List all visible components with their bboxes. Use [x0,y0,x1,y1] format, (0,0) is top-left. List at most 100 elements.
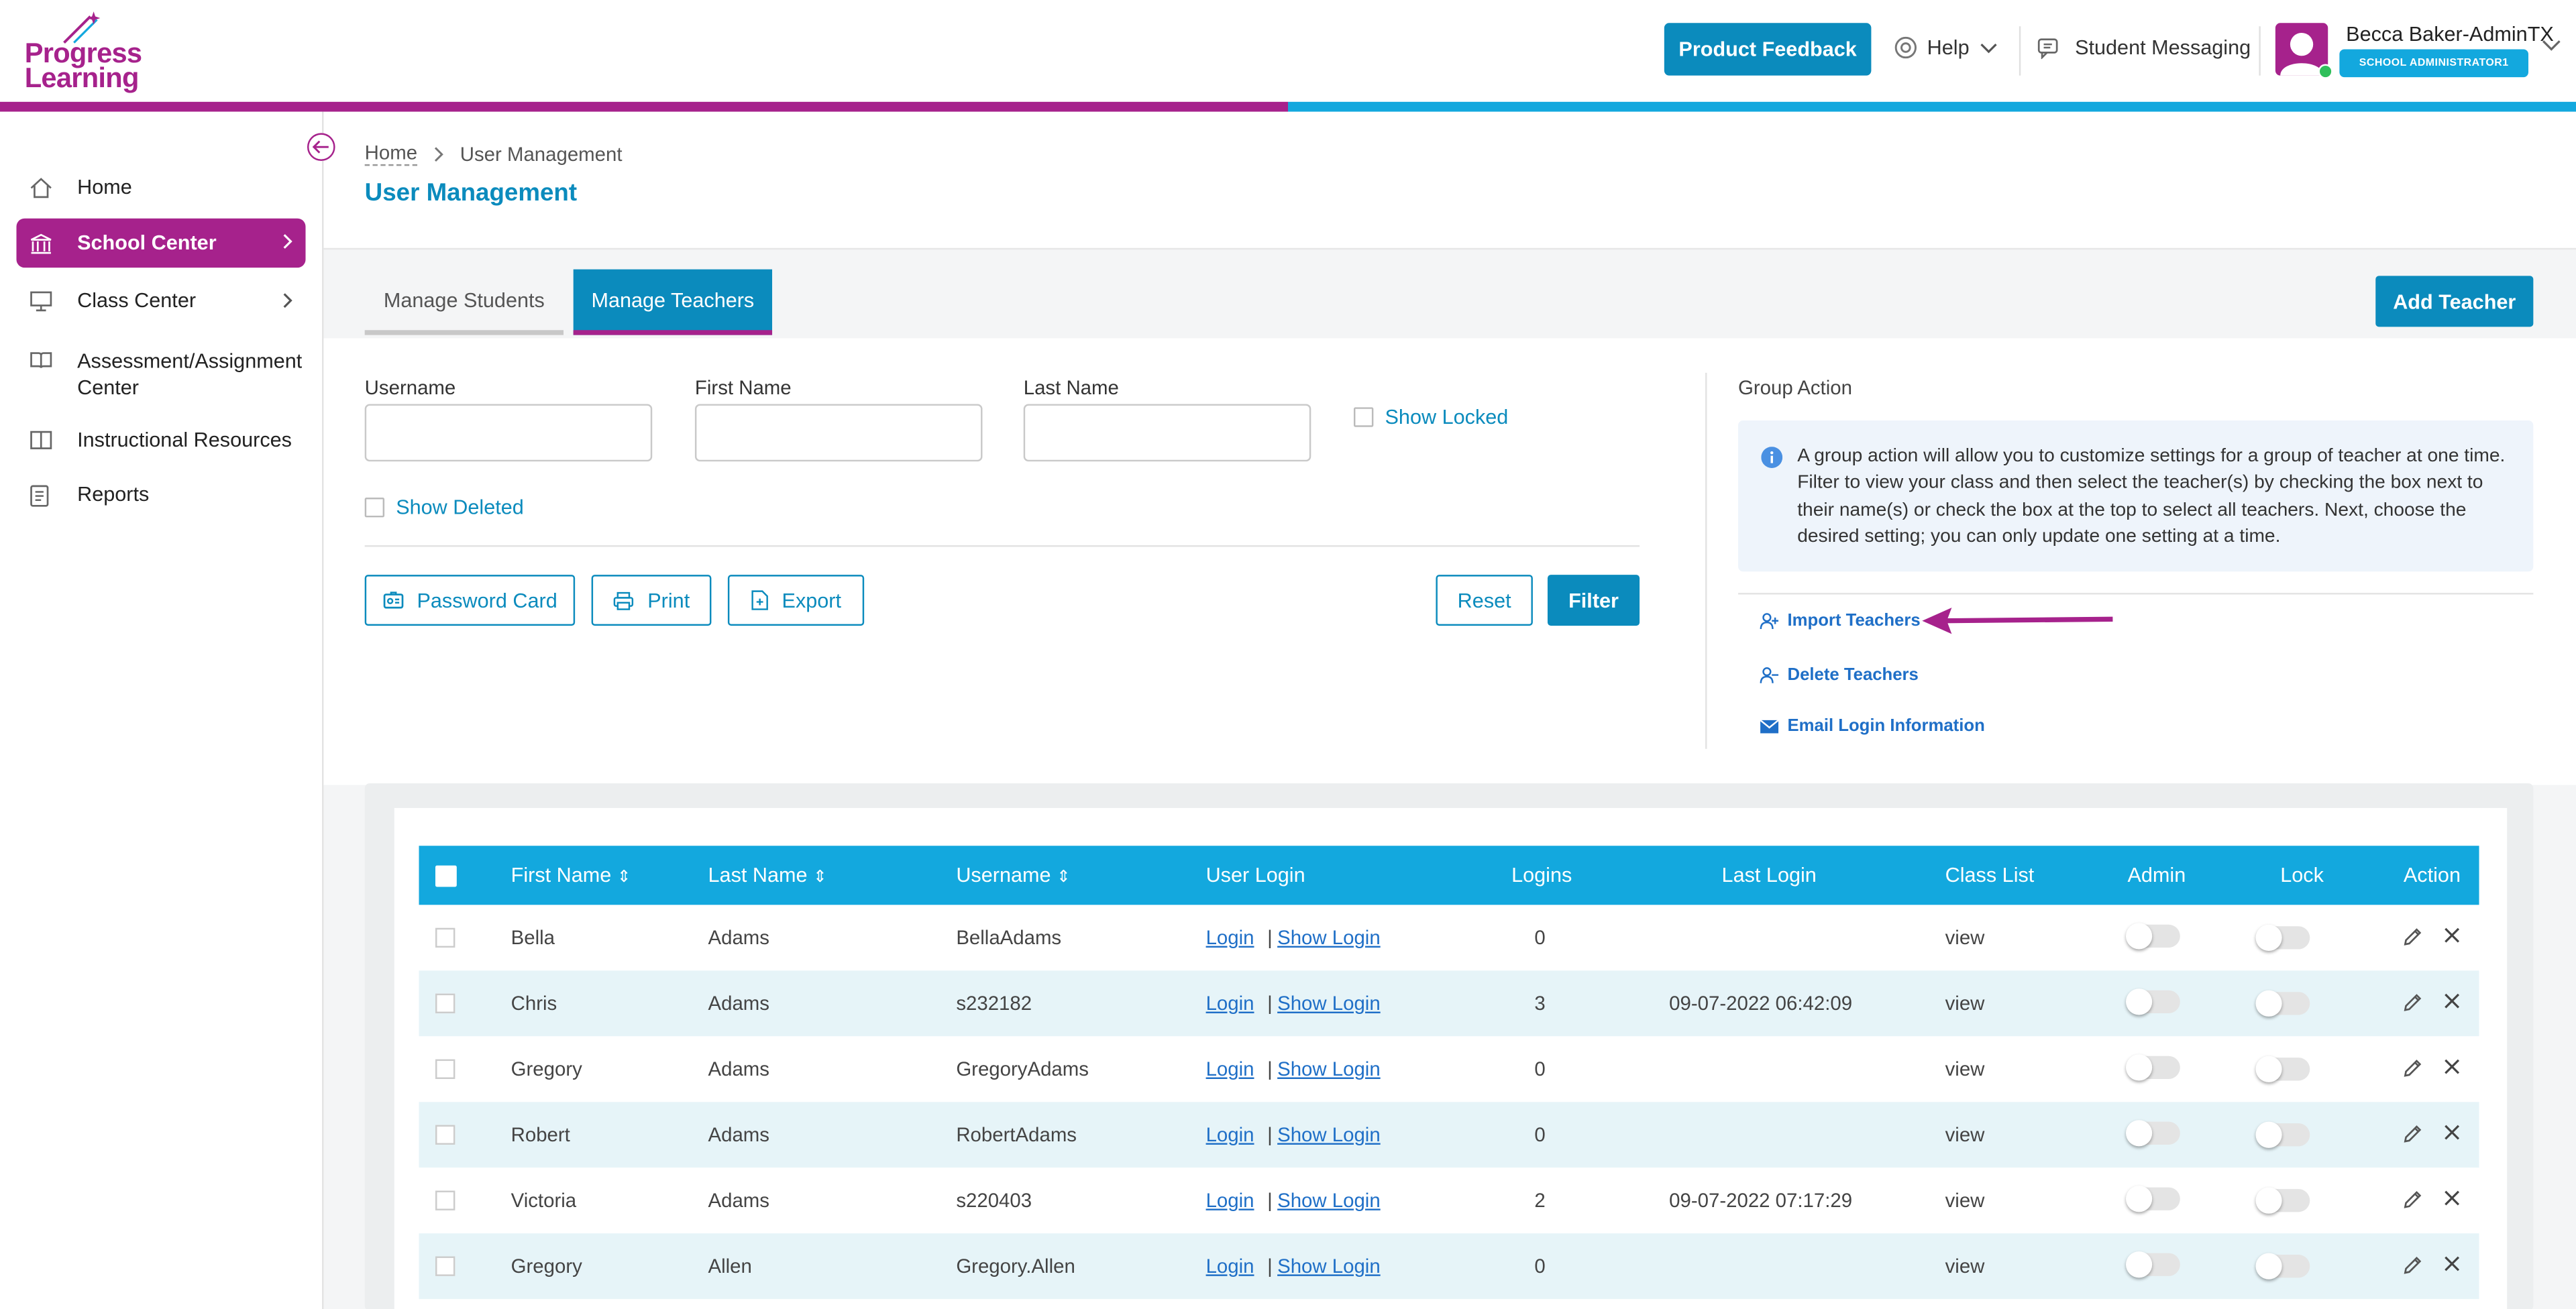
show-login-link[interactable]: Show Login [1277,1189,1381,1212]
add-teacher-button[interactable]: Add Teacher [2375,276,2534,327]
help-menu[interactable]: Help [1894,36,1998,59]
product-feedback-button[interactable]: Product Feedback [1664,23,1872,76]
show-login-link[interactable]: Show Login [1277,926,1381,949]
delete-x-icon[interactable] [2443,1255,2461,1273]
sidebar-item-instructional-resources[interactable]: Instructional Resources [16,429,305,451]
edit-pencil-icon[interactable] [2402,926,2423,948]
row-checkbox[interactable] [435,1190,455,1210]
group-action-divider [1738,593,2534,595]
edit-pencil-icon[interactable] [2402,1058,2423,1079]
password-card-label: Password Card [417,588,557,612]
edit-pencil-icon[interactable] [2402,1189,2423,1210]
email-login-label: Email Login Information [1787,716,1985,736]
first-name-label: First Name [694,376,792,400]
login-link[interactable]: Login [1206,1189,1254,1212]
user-name[interactable]: Becca Baker-AdminTX [2346,23,2554,46]
breadcrumb-home-link[interactable]: Home [364,141,418,166]
cell-class-list-view-link[interactable]: view [1945,1189,1985,1212]
email-login-information-link[interactable]: Email Login Information [1760,716,1985,736]
row-checkbox[interactable] [435,993,455,1014]
admin-toggle[interactable] [2126,1054,2180,1081]
print-button[interactable]: Print [591,575,712,626]
show-locked-label[interactable]: Show Locked [1385,406,1509,429]
delete-x-icon[interactable] [2443,1123,2461,1141]
collapse-sidebar-button[interactable] [307,133,335,162]
student-messaging-link[interactable]: Student Messaging [2037,36,2251,59]
filter-button[interactable]: Filter [1547,575,1640,626]
row-checkbox[interactable] [435,927,455,948]
sidebar-item-home[interactable]: Home [16,176,305,198]
sidebar-item-label-line2: Center [77,376,140,400]
login-link[interactable]: Login [1206,1058,1254,1080]
login-link[interactable]: Login [1206,1255,1254,1277]
table-header: First Name ⇕ Last Name ⇕ Username ⇕ User… [419,846,2479,905]
cell-class-list-view-link[interactable]: view [1945,1058,1985,1080]
cell-last-name: Adams [708,1189,770,1212]
delete-teachers-link[interactable]: Delete Teachers [1760,665,1919,685]
password-card-button[interactable]: Password Card [364,575,576,626]
edit-pencil-icon[interactable] [2402,1255,2423,1276]
user-menu-chevron-icon[interactable] [2542,40,2561,53]
tab-manage-students[interactable]: Manage Students [364,270,564,335]
select-all-checkbox[interactable] [435,865,457,887]
export-button[interactable]: Export [727,575,865,626]
show-login-link[interactable]: Show Login [1277,1255,1381,1277]
cell-class-list-view-link[interactable]: view [1945,926,1985,949]
show-login-link[interactable]: Show Login [1277,992,1381,1015]
edit-pencil-icon[interactable] [2402,1123,2423,1145]
delete-x-icon[interactable] [2443,1189,2461,1207]
show-login-link[interactable]: Show Login [1277,1058,1381,1080]
login-link[interactable]: Login [1206,992,1254,1015]
book-icon [30,350,56,369]
row-checkbox[interactable] [435,1125,455,1145]
show-deleted-label[interactable]: Show Deleted [396,496,524,519]
username-input[interactable] [364,404,653,462]
delete-x-icon[interactable] [2443,1058,2461,1076]
sidebar-item-reports[interactable]: Reports [16,483,305,508]
lock-toggle[interactable] [2255,924,2310,951]
login-link[interactable]: Login [1206,1123,1254,1146]
admin-toggle[interactable] [2126,923,2180,950]
column-first-name[interactable]: First Name ⇕ [511,864,631,887]
column-username[interactable]: Username ⇕ [956,864,1070,887]
cell-class-list-view-link[interactable]: view [1945,992,1985,1015]
admin-toggle[interactable] [2126,1120,2180,1147]
cell-last-name: Adams [708,1058,770,1081]
column-last-name[interactable]: Last Name ⇕ [708,864,827,887]
lock-toggle[interactable] [2255,1056,2310,1082]
lock-toggle[interactable] [2255,990,2310,1017]
login-link[interactable]: Login [1206,926,1254,949]
lock-toggle[interactable] [2255,1121,2310,1148]
row-checkbox[interactable] [435,1256,455,1276]
lock-toggle[interactable] [2255,1253,2310,1279]
delete-x-icon[interactable] [2443,992,2461,1010]
cell-username: BellaAdams [956,926,1062,950]
cell-user-login: Login | Show Login [1206,1123,1381,1146]
lock-toggle[interactable] [2255,1187,2310,1214]
last-name-label: Last Name [1023,376,1119,400]
admin-toggle[interactable] [2126,1251,2180,1278]
reset-button[interactable]: Reset [1436,575,1533,626]
cell-class-list-view-link[interactable]: view [1945,1255,1985,1277]
admin-toggle[interactable] [2126,1186,2180,1212]
show-deleted-checkbox[interactable] [364,498,385,518]
sidebar-item-school-center[interactable]: School Center [16,218,306,268]
delete-x-icon[interactable] [2443,926,2461,944]
sidebar-item-assessment-center[interactable]: Assessment/Assignment Center [16,348,305,400]
sidebar-item-class-center[interactable]: Class Center [16,289,305,312]
cell-user-login: Login | Show Login [1206,1058,1381,1080]
progress-learning-logo[interactable]: Progress Learning [25,11,156,93]
cell-last-name: Adams [708,992,770,1015]
tab-manage-teachers[interactable]: Manage Teachers [573,269,773,335]
edit-pencil-icon[interactable] [2402,992,2423,1013]
import-teachers-link[interactable]: Import Teachers [1760,611,1921,630]
show-login-link[interactable]: Show Login [1277,1123,1381,1146]
row-checkbox[interactable] [435,1059,455,1079]
cell-class-list-view-link[interactable]: view [1945,1123,1985,1146]
first-name-input[interactable] [694,404,983,462]
admin-toggle[interactable] [2126,988,2180,1015]
show-locked-checkbox[interactable] [1353,407,1374,427]
last-name-input[interactable] [1023,404,1311,462]
cell-last-name: Allen [708,1255,752,1278]
table-row: Victoria Adams s220403 Login | Show Login 2 09-… [419,1168,2479,1234]
